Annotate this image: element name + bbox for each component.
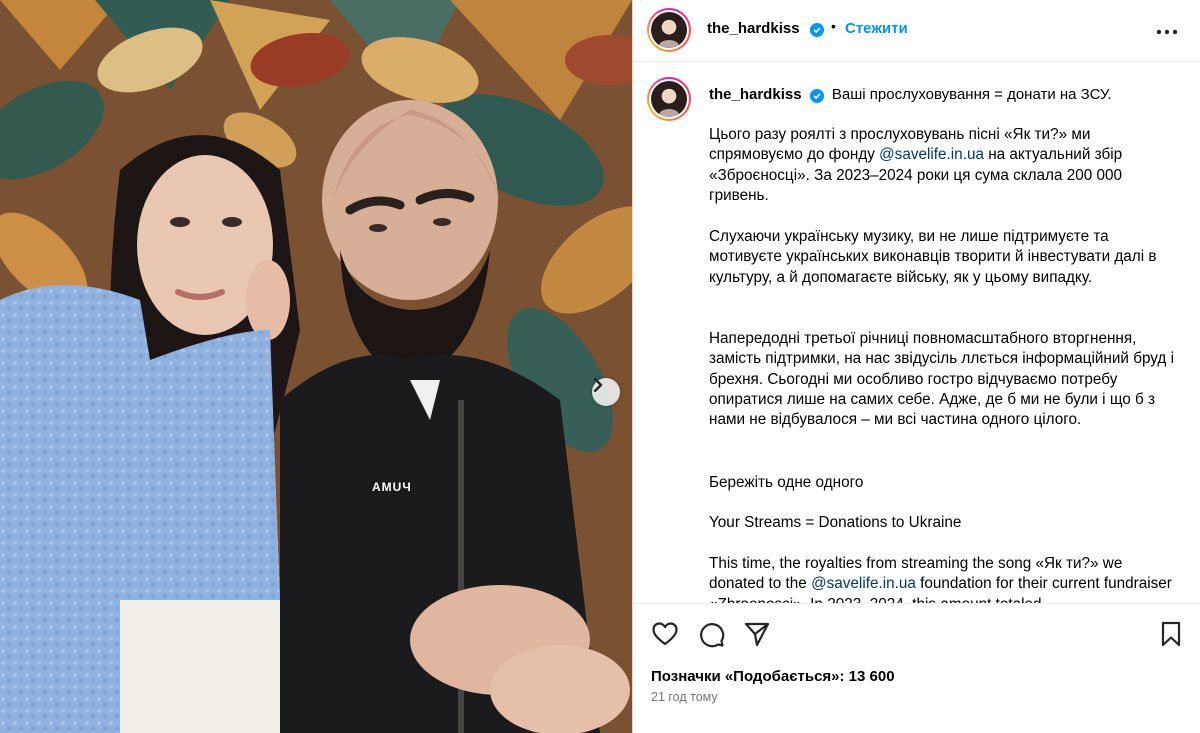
- heart-icon[interactable]: [651, 620, 679, 648]
- caption-avatar[interactable]: [647, 77, 691, 121]
- caption-username[interactable]: the_hardkiss: [709, 86, 802, 103]
- header-separator: •: [831, 18, 836, 34]
- caption-paragraph-3: Напередодні третьої річниці повномасштаб…: [709, 330, 1175, 429]
- post-timestamp[interactable]: 21 год тому: [651, 690, 718, 704]
- post-actions: Позначки «Подобається»: 13 600 21 год то…: [633, 603, 1200, 733]
- caption-headline-row: the_hardkiss Ваші прослуховування = дона…: [709, 85, 1179, 105]
- verified-icon: [809, 89, 824, 103]
- shirt-logo: AMUЧ: [372, 480, 412, 494]
- chevron-right-icon: [593, 378, 603, 392]
- post-details-panel: the_hardkiss • Стежити the_hardkiss Ваші…: [632, 0, 1200, 733]
- avatar[interactable]: [647, 8, 691, 52]
- caption-paragraph-1: Цього разу роялті з прослуховувань пісні…: [709, 125, 1179, 206]
- likes-count[interactable]: Позначки «Подобається»: 13 600: [651, 668, 895, 685]
- more-icon[interactable]: [1153, 22, 1181, 42]
- post-header: the_hardkiss • Стежити: [633, 0, 1200, 62]
- bookmark-icon[interactable]: [1157, 620, 1185, 648]
- share-icon[interactable]: [743, 620, 771, 648]
- next-image-button[interactable]: [592, 378, 620, 406]
- photo-illustration: [0, 0, 632, 733]
- caption-paragraph-6: This time, the royalties from streaming …: [709, 554, 1179, 603]
- shirt-logo-text: AMUЧ: [372, 480, 412, 494]
- mention-link[interactable]: @savelife.in.ua: [811, 575, 916, 592]
- comment-icon[interactable]: [697, 620, 725, 648]
- post-photo[interactable]: AMUЧ: [0, 0, 632, 733]
- caption-area[interactable]: the_hardkiss Ваші прослуховування = дона…: [633, 63, 1200, 603]
- caption-headline: Ваші прослуховування = донати на ЗСУ.: [831, 86, 1112, 103]
- caption-paragraph-2: Слухаючи українську музику, ви не лише п…: [709, 228, 1157, 286]
- caption-paragraph-4: Бережіть одне одного: [709, 474, 864, 491]
- header-username[interactable]: the_hardkiss: [707, 20, 800, 37]
- verified-icon: [810, 23, 824, 37]
- mention-link[interactable]: @savelife.in.ua: [879, 146, 984, 163]
- follow-button[interactable]: Стежити: [845, 20, 908, 37]
- caption-paragraph-5: Your Streams = Donations to Ukraine: [709, 514, 962, 531]
